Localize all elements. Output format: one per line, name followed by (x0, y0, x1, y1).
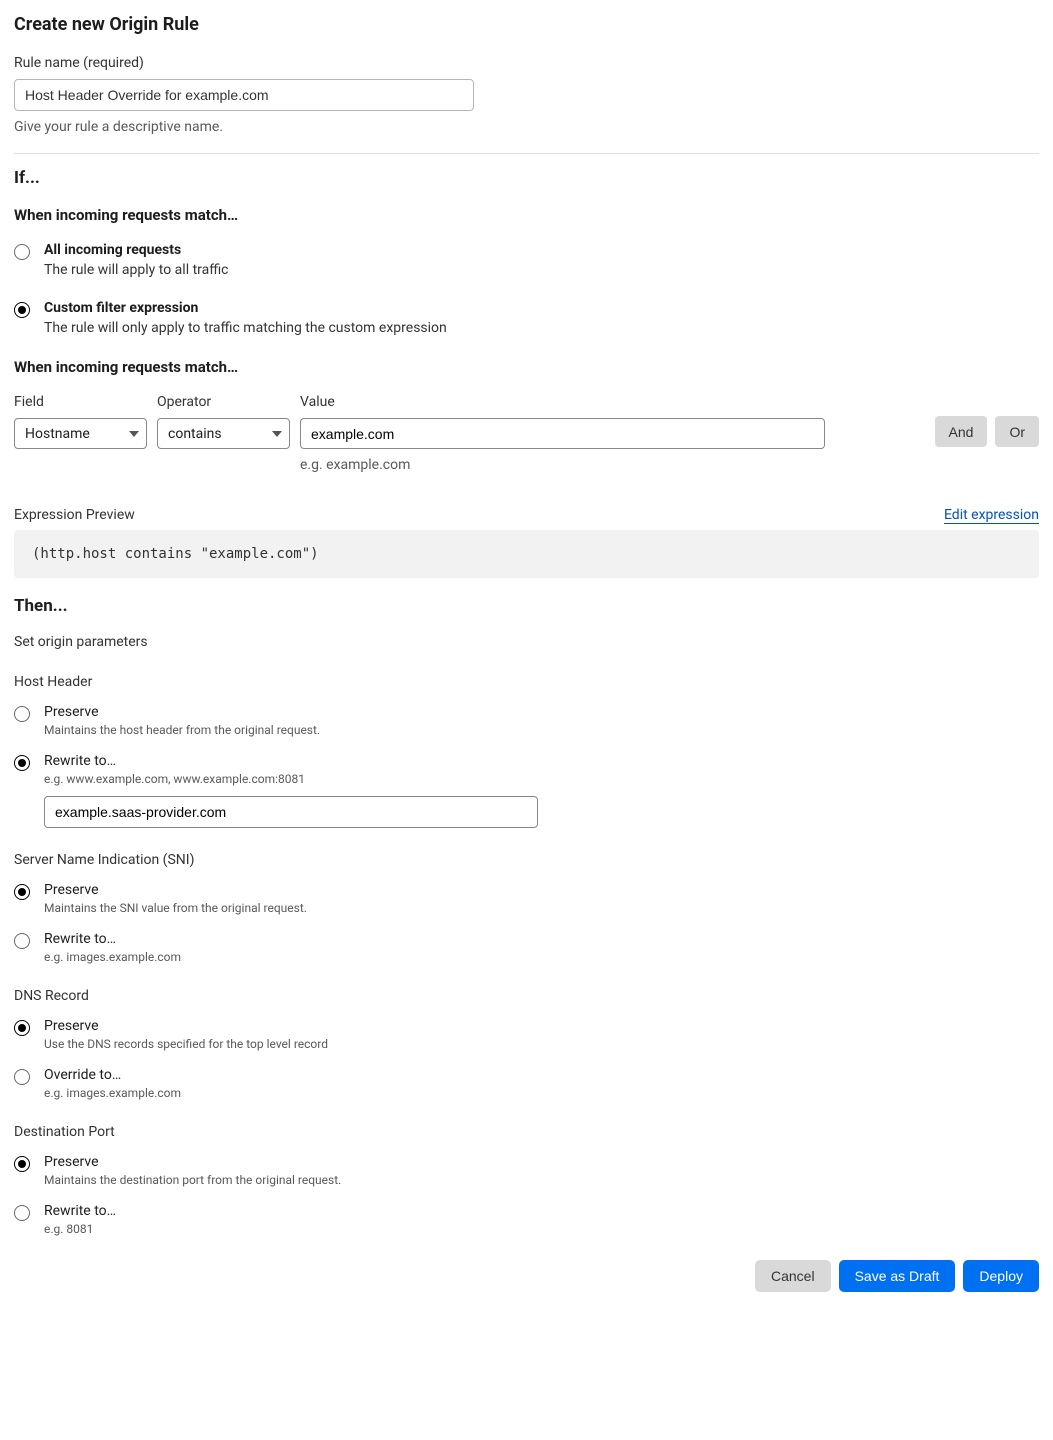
host-header-rewrite-radio[interactable] (14, 755, 30, 771)
cancel-button[interactable]: Cancel (755, 1260, 831, 1292)
radio-custom-desc: The rule will only apply to traffic matc… (44, 320, 1039, 336)
sni-rewrite-radio[interactable] (14, 933, 30, 949)
dns-override-desc: e.g. images.example.com (44, 1086, 1039, 1100)
host-header-rewrite-desc: e.g. www.example.com, www.example.com:80… (44, 772, 1039, 786)
port-label: Destination Port (14, 1124, 1039, 1140)
radio-custom-title: Custom filter expression (44, 300, 1039, 316)
dns-override-title: Override to… (44, 1067, 1039, 1083)
radio-all-title: All incoming requests (44, 242, 1039, 258)
radio-all-desc: The rule will apply to all traffic (44, 262, 1039, 278)
radio-custom-filter[interactable] (14, 302, 30, 318)
host-header-rewrite-title: Rewrite to… (44, 753, 1039, 769)
operator-select[interactable]: contains (157, 418, 290, 449)
dns-preserve-desc: Use the DNS records specified for the to… (44, 1037, 1039, 1051)
sni-preserve-radio[interactable] (14, 884, 30, 900)
and-button[interactable]: And (935, 416, 988, 447)
rule-name-helper: Give your rule a descriptive name. (14, 119, 1039, 135)
host-header-label: Host Header (14, 674, 1039, 690)
host-header-rewrite-input[interactable] (44, 796, 538, 828)
host-header-preserve-title: Preserve (44, 704, 1039, 720)
then-sub: Set origin parameters (14, 634, 1039, 650)
field-select[interactable]: Hostname (14, 418, 147, 449)
port-rewrite-title: Rewrite to… (44, 1203, 1039, 1219)
if-heading: If... (14, 168, 1039, 188)
or-button[interactable]: Or (995, 416, 1039, 447)
port-rewrite-radio[interactable] (14, 1205, 30, 1221)
rule-name-label: Rule name (required) (14, 55, 1039, 71)
sni-label: Server Name Indication (SNI) (14, 852, 1039, 868)
then-heading: Then... (14, 596, 1039, 616)
sni-rewrite-desc: e.g. images.example.com (44, 950, 1039, 964)
sni-rewrite-title: Rewrite to… (44, 931, 1039, 947)
match-heading: When incoming requests match… (14, 206, 1039, 224)
expression-preview-label: Expression Preview (14, 507, 135, 523)
value-helper: e.g. example.com (300, 457, 925, 473)
value-label: Value (300, 394, 925, 410)
expression-preview: (http.host contains "example.com") (14, 530, 1039, 578)
port-preserve-title: Preserve (44, 1154, 1039, 1170)
edit-expression-link[interactable]: Edit expression (944, 507, 1039, 524)
dns-preserve-title: Preserve (44, 1018, 1039, 1034)
rule-name-input[interactable] (14, 79, 474, 111)
deploy-button[interactable]: Deploy (963, 1260, 1039, 1292)
host-header-preserve-radio[interactable] (14, 706, 30, 722)
port-preserve-radio[interactable] (14, 1156, 30, 1172)
field-label: Field (14, 394, 147, 410)
host-header-preserve-desc: Maintains the host header from the origi… (44, 723, 1039, 737)
value-input[interactable] (300, 418, 825, 449)
sni-preserve-title: Preserve (44, 882, 1039, 898)
filter-heading: When incoming requests match… (14, 358, 1039, 376)
dns-label: DNS Record (14, 988, 1039, 1004)
divider (14, 153, 1039, 154)
dns-preserve-radio[interactable] (14, 1020, 30, 1036)
port-rewrite-desc: e.g. 8081 (44, 1222, 1039, 1236)
page-title: Create new Origin Rule (14, 14, 1039, 35)
save-draft-button[interactable]: Save as Draft (839, 1260, 956, 1292)
port-preserve-desc: Maintains the destination port from the … (44, 1173, 1039, 1187)
sni-preserve-desc: Maintains the SNI value from the origina… (44, 901, 1039, 915)
operator-label: Operator (157, 394, 290, 410)
radio-all-requests[interactable] (14, 244, 30, 260)
dns-override-radio[interactable] (14, 1069, 30, 1085)
